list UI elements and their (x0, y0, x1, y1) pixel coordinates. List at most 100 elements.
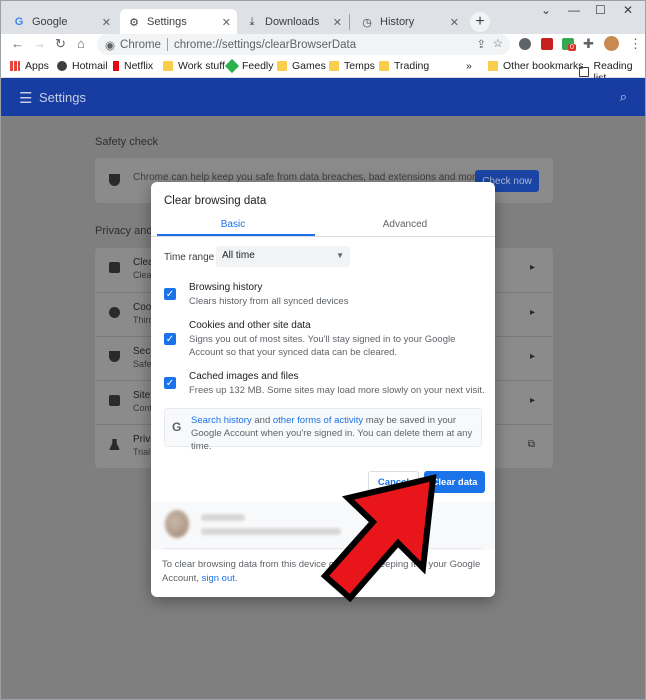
history-icon: ◷ (362, 16, 372, 29)
bookmark-trading[interactable]: Trading (379, 60, 429, 72)
trash-icon (109, 262, 120, 273)
folder-icon (329, 61, 339, 71)
extension-badge: 0 (568, 44, 576, 51)
close-icon[interactable]: ✕ (222, 16, 231, 29)
cached-images-checkbox[interactable]: ✓ (164, 377, 176, 389)
bookmark-games[interactable]: Games (277, 60, 326, 72)
window-close-icon[interactable]: ✕ (623, 3, 633, 17)
bookmark-apps[interactable]: Apps (10, 60, 49, 72)
sliders-icon (109, 395, 120, 406)
chevron-right-icon: ▸ (529, 351, 535, 362)
tab-settings[interactable]: ⚙ Settings ✕ (120, 9, 237, 35)
shield-extension-icon[interactable] (519, 38, 531, 50)
folder-icon (488, 61, 498, 71)
close-icon[interactable]: ✕ (102, 16, 111, 29)
other-activity-link[interactable]: other forms of activity (273, 415, 363, 426)
avatar (165, 510, 189, 538)
hamburger-menu-icon[interactable]: ☰ (19, 89, 32, 107)
folder-icon (277, 61, 287, 71)
tab-label: Settings (147, 16, 187, 28)
search-icon[interactable]: ⌕ (620, 89, 627, 105)
omnibox-divider (166, 38, 168, 51)
tab-basic[interactable]: Basic (153, 219, 313, 230)
close-icon[interactable]: ✕ (333, 16, 342, 29)
tab-label: History (380, 16, 415, 28)
dropdown-caret-icon: ▼ (336, 251, 344, 260)
folder-icon (379, 61, 389, 71)
minimize-icon[interactable]: — (568, 3, 580, 17)
folder-icon (163, 61, 173, 71)
bookmarks-bar: Apps Hotmail Netflix Work stuff Feedly G… (0, 56, 646, 84)
google-g-icon: G (14, 16, 24, 28)
url-text: chrome://settings/clearBrowserData (173, 38, 357, 51)
time-range-label: Time range (164, 252, 215, 263)
bookmark-netflix[interactable]: Netflix (113, 60, 153, 72)
tab-label: Downloads (265, 16, 320, 28)
bookmark-hotmail[interactable]: Hotmail (57, 60, 108, 72)
tab-separator (349, 14, 350, 30)
settings-header: ☰ Settings ⌕ (1, 78, 645, 116)
back-icon[interactable]: ← (11, 36, 24, 51)
option-description: Signs you out of most sites. You'll stay… (189, 334, 456, 358)
share-icon[interactable]: ⇪ (476, 37, 486, 51)
arrow-shape (320, 474, 437, 603)
safety-check-heading: Safety check (95, 136, 158, 148)
apps-grid-icon (10, 61, 20, 71)
cookie-icon (109, 307, 120, 318)
chrome-chip: ◉ Chrome (105, 38, 161, 52)
chevron-right-icon: ▸ (529, 262, 535, 273)
avatar[interactable] (604, 36, 619, 51)
reading-list-icon (579, 67, 589, 77)
bookmark-temps[interactable]: Temps (329, 60, 375, 72)
address-bar[interactable]: ◉ Chrome chrome://settings/clearBrowserD… (97, 34, 510, 55)
tab-downloads[interactable]: ⤓ Downloads ✕ (238, 9, 348, 35)
dialog-title: Clear browsing data (164, 195, 267, 207)
chevron-right-icon: ▸ (529, 307, 535, 318)
globe-icon (57, 61, 67, 71)
bookmark-work-stuff[interactable]: Work stuff (163, 60, 225, 72)
option-title: Cached images and files (189, 371, 299, 382)
tab-strip: G Google ✕ ⚙ Settings ✕ ⤓ Downloads ✕ ◷ … (0, 0, 646, 35)
shield-icon (109, 174, 120, 186)
red-arrow-annotation (320, 474, 437, 603)
gear-icon: ⚙ (129, 16, 139, 29)
bookmarks-overflow[interactable]: » (466, 60, 472, 72)
cookies-checkbox[interactable]: ✓ (164, 333, 176, 345)
option-title: Cookies and other site data (189, 320, 311, 331)
chevron-right-icon: ▸ (529, 395, 535, 406)
external-link-icon: ⧉ (527, 439, 535, 450)
tab-history[interactable]: ◷ History ✕ (353, 9, 465, 35)
flask-icon (109, 439, 120, 450)
sign-out-link[interactable]: sign out (202, 573, 235, 584)
chevron-down-icon[interactable]: ⌄ (541, 3, 551, 17)
search-history-link[interactable]: Search history (191, 415, 252, 426)
home-icon[interactable]: ⌂ (77, 36, 85, 51)
chrome-icon: ◉ (105, 39, 116, 52)
bookmark-feedly[interactable]: Feedly (224, 58, 274, 74)
more-icon[interactable]: ⋮ (629, 36, 642, 52)
netflix-icon (113, 61, 119, 71)
bookmark-extension-icon[interactable] (541, 38, 553, 50)
browsing-history-checkbox[interactable]: ✓ (164, 288, 176, 300)
tab-divider (151, 236, 495, 237)
shield-icon (109, 351, 120, 362)
tab-advanced[interactable]: Advanced (325, 219, 485, 230)
tab-google[interactable]: G Google ✕ (5, 9, 117, 35)
bookmark-other-bookmarks[interactable]: Other bookmarks (488, 60, 584, 72)
google-account-notice: G Search history and other forms of acti… (164, 408, 482, 452)
option-title: Browsing history (189, 282, 263, 293)
maximize-icon[interactable]: ☐ (595, 3, 606, 17)
close-icon[interactable]: ✕ (450, 16, 459, 29)
time-range-select[interactable]: All time ▼ (216, 246, 350, 267)
forward-icon[interactable]: → (33, 36, 46, 51)
new-tab-button[interactable]: + (470, 12, 490, 32)
reload-icon[interactable]: ↻ (55, 36, 66, 52)
option-description: Clears history from all synced devices (189, 296, 349, 307)
star-icon[interactable]: ☆ (493, 36, 503, 50)
download-icon: ⤓ (249, 15, 255, 28)
tab-label: Google (32, 16, 68, 28)
blurred-name (201, 514, 245, 521)
browser-toolbar: ← → ↻ ⌂ ◉ Chrome chrome://settings/clear… (0, 34, 646, 56)
option-description: Frees up 132 MB. Some sites may load mor… (189, 385, 485, 396)
puzzle-icon[interactable]: ✚ (583, 36, 594, 52)
